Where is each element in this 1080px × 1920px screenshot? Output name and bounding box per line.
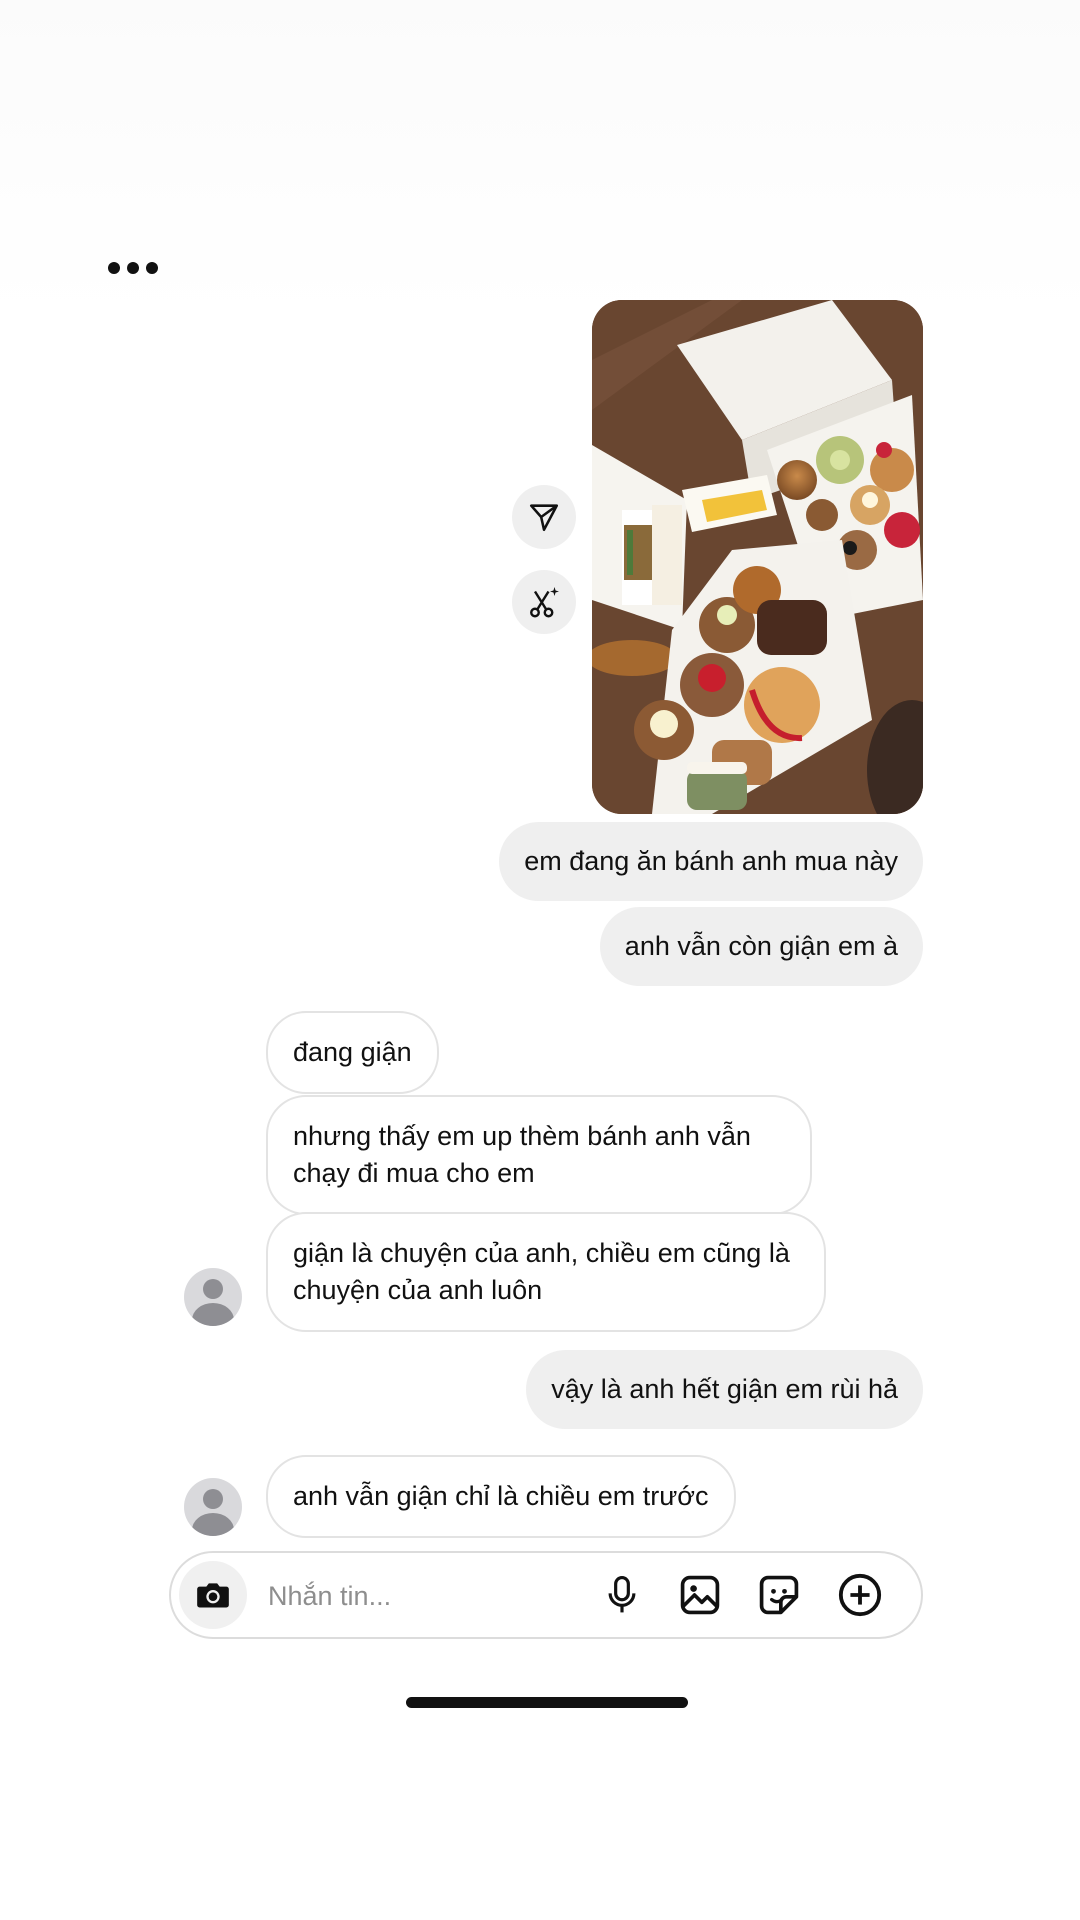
- avatar[interactable]: [184, 1268, 242, 1326]
- more-horizontal-icon[interactable]: [108, 258, 158, 278]
- message-input[interactable]: [266, 1575, 570, 1617]
- message-text: anh vẫn giận chỉ là chiều em trước: [293, 1481, 709, 1511]
- top-background: [0, 0, 1080, 320]
- message-text: đang giận: [293, 1037, 412, 1067]
- message-text: giận là chuyện của anh, chiều em cũng là…: [293, 1238, 790, 1305]
- avatar[interactable]: [184, 1478, 242, 1536]
- camera-icon: [197, 1583, 229, 1608]
- avatar-head: [203, 1489, 223, 1509]
- more-dot: [108, 262, 120, 274]
- message-incoming[interactable]: đang giận: [266, 1011, 439, 1094]
- message-incoming[interactable]: nhưng thấy em up thèm bánh anh vẫn chạy …: [266, 1095, 812, 1215]
- more-dot: [146, 262, 158, 274]
- plus-icon: [838, 1573, 882, 1617]
- pastry-photo: [592, 300, 923, 814]
- share-icon: [529, 504, 559, 532]
- avatar-body: [192, 1303, 234, 1326]
- avatar-body: [192, 1513, 234, 1536]
- message-incoming[interactable]: giận là chuyện của anh, chiều em cũng là…: [266, 1212, 826, 1332]
- pastry-photo-message[interactable]: [592, 300, 923, 814]
- sticker-icon: [759, 1575, 799, 1615]
- camera-button[interactable]: [179, 1561, 247, 1629]
- more-dot: [127, 262, 139, 274]
- message-outgoing[interactable]: vậy là anh hết giận em rùi hả: [526, 1350, 923, 1429]
- home-indicator: [406, 1697, 688, 1708]
- plus-button[interactable]: [836, 1571, 884, 1619]
- message-text: em đang ăn bánh anh mua này: [524, 846, 898, 876]
- message-text: anh vẫn còn giận em à: [624, 931, 898, 961]
- message-text: vậy là anh hết giận em rùi hả: [551, 1374, 898, 1404]
- message-text: nhưng thấy em up thèm bánh anh vẫn chạy …: [293, 1121, 751, 1188]
- ai-remix-icon: [530, 587, 559, 618]
- message-composer: [169, 1551, 923, 1639]
- ai-remix-button[interactable]: [512, 570, 576, 634]
- gallery-icon: [680, 1575, 720, 1615]
- avatar-head: [203, 1279, 223, 1299]
- share-button[interactable]: [512, 485, 576, 549]
- sticker-button[interactable]: [755, 1571, 803, 1619]
- message-outgoing[interactable]: em đang ăn bánh anh mua này: [499, 822, 923, 901]
- microphone-button[interactable]: [598, 1571, 646, 1619]
- message-outgoing[interactable]: anh vẫn còn giận em à: [599, 907, 923, 986]
- gallery-button[interactable]: [676, 1571, 724, 1619]
- message-incoming[interactable]: anh vẫn giận chỉ là chiều em trước: [266, 1455, 736, 1538]
- microphone-icon: [608, 1576, 636, 1613]
